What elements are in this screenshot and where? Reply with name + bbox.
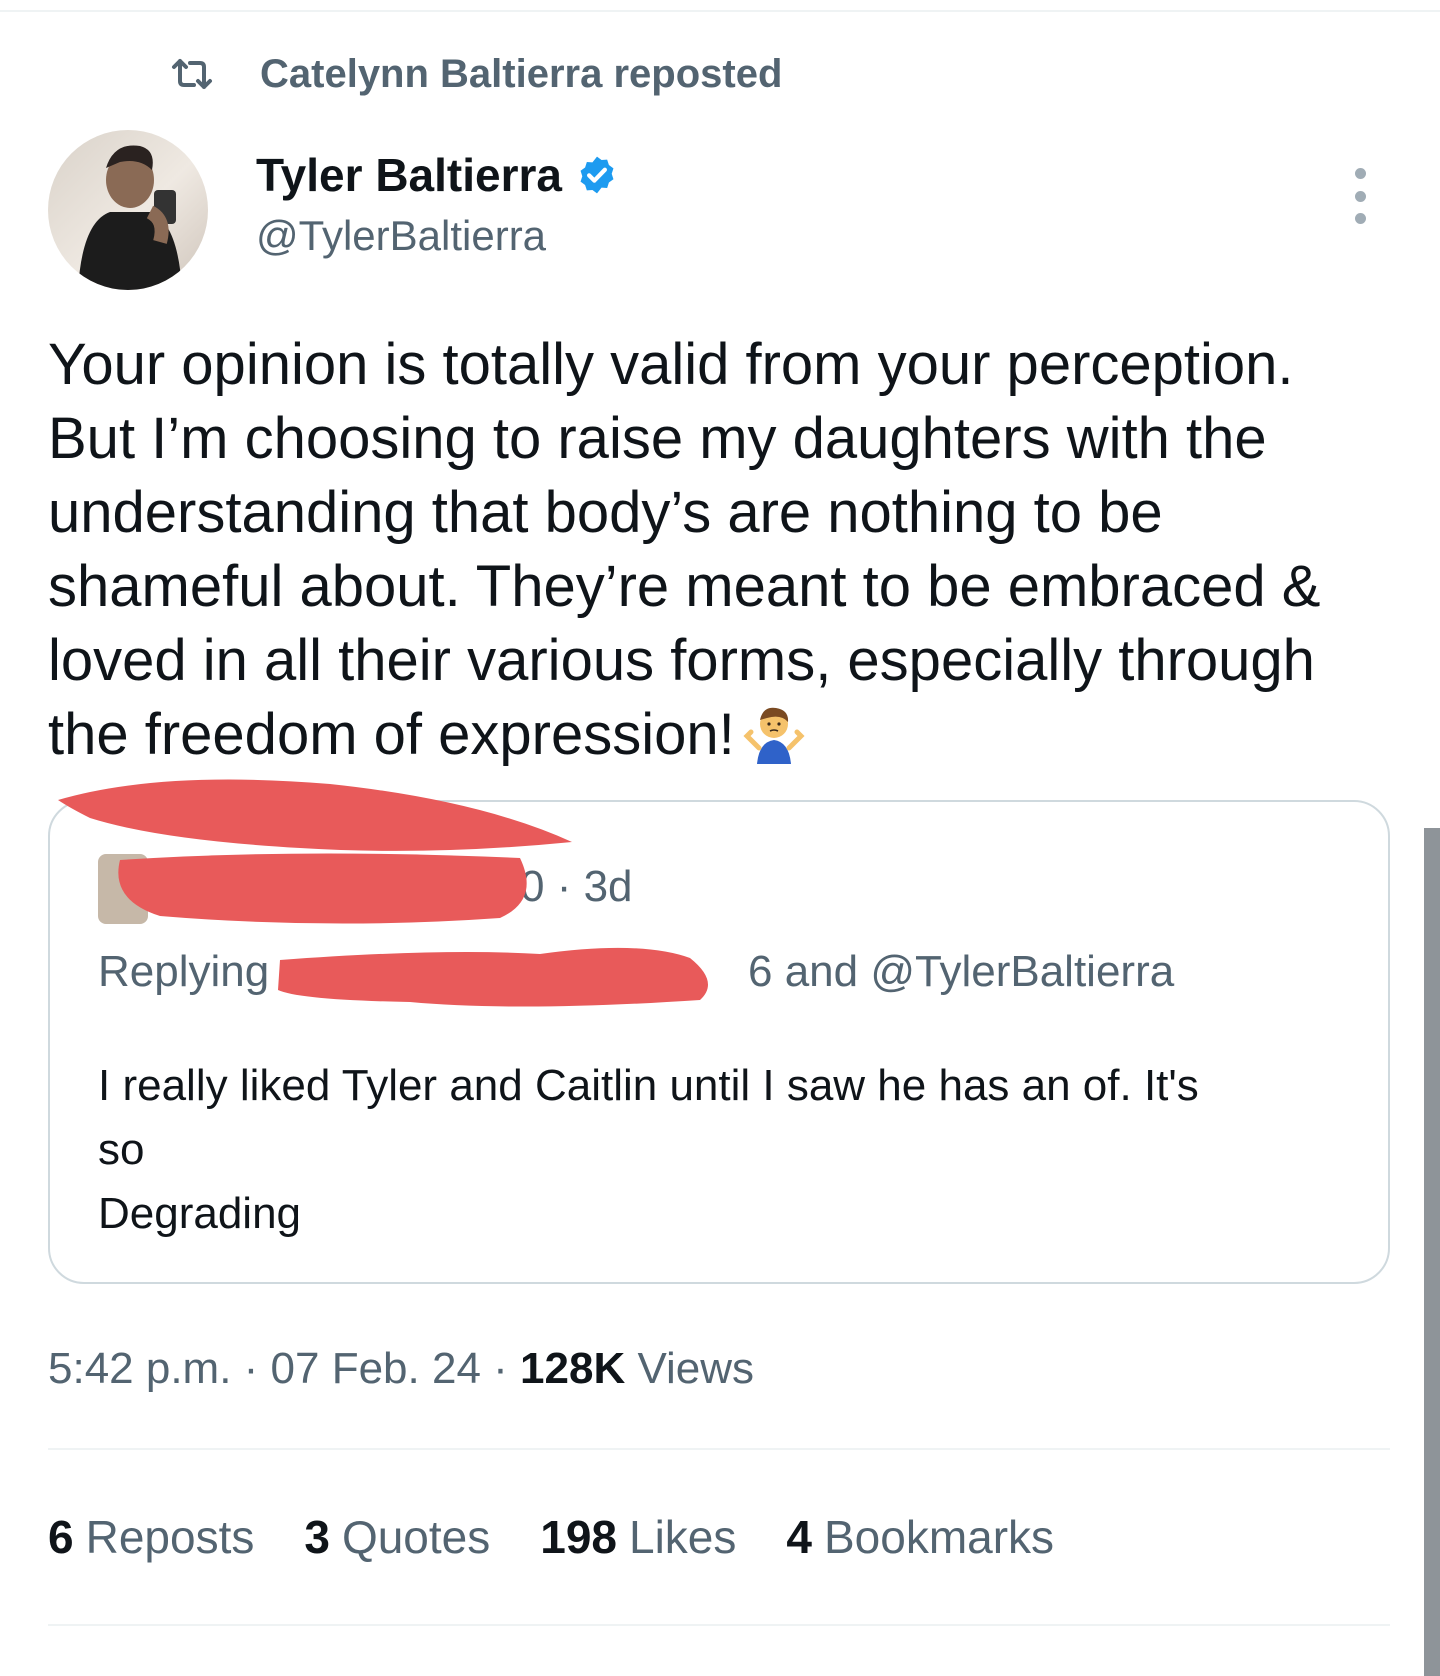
tweet-meta: 5:42 p.m. · 07 Feb. 24 · 128K Views — [48, 1344, 755, 1393]
divider — [48, 1624, 1390, 1626]
engagement-stats: 6 Reposts 3 Quotes 198 Likes 4 Bookmarks — [48, 1510, 1104, 1564]
stat-likes[interactable]: 198 Likes — [540, 1510, 736, 1564]
author-name[interactable]: Tyler Baltierra — [256, 148, 562, 202]
stat-quotes[interactable]: 3 Quotes — [304, 1510, 490, 1564]
views-label: Views — [637, 1344, 755, 1393]
scrollbar[interactable] — [1424, 828, 1440, 1676]
repost-icon — [168, 50, 216, 98]
repost-banner[interactable]: Catelynn Baltierra reposted — [168, 50, 782, 98]
stat-reposts[interactable]: 6 Reposts — [48, 1510, 254, 1564]
tweet-time[interactable]: 5:42 p.m. — [48, 1344, 231, 1393]
verified-badge-icon — [576, 154, 618, 196]
top-divider — [0, 10, 1440, 12]
replying-prefix: Replying — [98, 947, 270, 996]
views-count: 128K — [520, 1344, 626, 1393]
stat-bookmarks[interactable]: 4 Bookmarks — [786, 1510, 1054, 1564]
shrug-emoji-icon — [743, 702, 805, 782]
tweet-date[interactable]: 07 Feb. 24 — [271, 1344, 481, 1393]
tweet-body: Your opinion is totally valid from your … — [48, 332, 1321, 767]
quoted-timestamp: 0 · 3d — [520, 862, 633, 911]
tweet-text: Your opinion is totally valid from your … — [48, 328, 1378, 782]
replying-suffix[interactable]: 6 and @TylerBaltierra — [748, 947, 1174, 997]
author-block[interactable]: Tyler Baltierra @TylerBaltierra — [256, 148, 618, 260]
quoted-replying-line: Replying 6 and @TylerBaltierra — [98, 947, 1174, 997]
repost-banner-text: Catelynn Baltierra reposted — [260, 51, 783, 96]
quoted-text: I really liked Tyler and Caitlin until I… — [98, 1061, 1199, 1238]
divider — [48, 1448, 1390, 1450]
more-options-icon[interactable] — [1346, 168, 1374, 224]
author-handle[interactable]: @TylerBaltierra — [256, 212, 618, 260]
quoted-avatar[interactable] — [98, 854, 148, 924]
avatar[interactable] — [48, 130, 208, 290]
quoted-tweet-card[interactable]: 0 · 3d Replying 6 and @TylerBaltierra I … — [48, 800, 1390, 1284]
